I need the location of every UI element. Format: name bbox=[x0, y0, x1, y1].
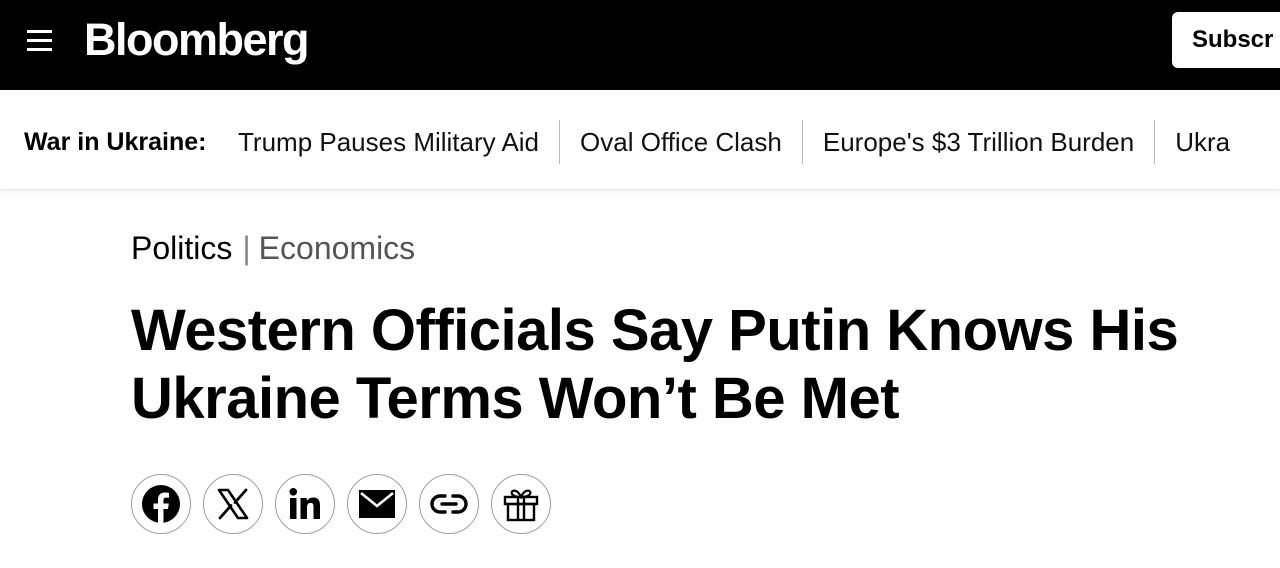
bloomberg-logo[interactable]: Bloomberg bbox=[84, 12, 310, 68]
share-x-button[interactable] bbox=[203, 474, 263, 534]
article-headline: Western Officials Say Putin Knows His Uk… bbox=[131, 297, 1280, 433]
divider bbox=[559, 120, 561, 164]
email-icon bbox=[359, 490, 395, 518]
facebook-icon bbox=[142, 485, 180, 523]
kicker-politics[interactable]: Politics bbox=[131, 230, 232, 266]
subscribe-button[interactable]: Subscr bbox=[1172, 12, 1280, 68]
share-gift-button[interactable] bbox=[491, 474, 551, 534]
share-copy-link-button[interactable] bbox=[419, 474, 479, 534]
share-buttons bbox=[131, 474, 551, 534]
share-facebook-button[interactable] bbox=[131, 474, 191, 534]
topic-link-ukraine[interactable]: Ukra bbox=[1175, 120, 1250, 164]
kicker-divider: | bbox=[242, 230, 251, 266]
kicker-economics[interactable]: Economics bbox=[259, 230, 416, 266]
menu-line bbox=[27, 39, 52, 42]
share-email-button[interactable] bbox=[347, 474, 407, 534]
menu-icon[interactable] bbox=[24, 26, 56, 56]
x-icon bbox=[217, 488, 249, 520]
menu-line bbox=[27, 48, 52, 51]
menu-line bbox=[27, 30, 52, 33]
link-icon bbox=[430, 494, 468, 514]
gift-icon bbox=[503, 489, 539, 522]
topic-link-trump-pauses-aid[interactable]: Trump Pauses Military Aid bbox=[238, 120, 559, 164]
linkedin-icon bbox=[289, 488, 320, 519]
top-header-bar: Bloomberg Subscr bbox=[0, 0, 1280, 90]
topic-label: War in Ukraine: bbox=[24, 128, 207, 156]
divider bbox=[1154, 120, 1156, 164]
topic-bar: War in Ukraine: Trump Pauses Military Ai… bbox=[0, 90, 1280, 190]
divider bbox=[801, 120, 803, 164]
article-kicker: Politics | Economics bbox=[131, 228, 415, 268]
topic-links: Trump Pauses Military Aid Oval Office Cl… bbox=[238, 120, 1250, 164]
topic-link-europe-burden[interactable]: Europe's $3 Trillion Burden bbox=[823, 120, 1154, 164]
share-linkedin-button[interactable] bbox=[275, 474, 335, 534]
headline-line-1: Western Officials Say Putin Knows His bbox=[131, 298, 1179, 363]
topic-link-oval-office-clash[interactable]: Oval Office Clash bbox=[580, 120, 802, 164]
headline-line-2: Ukraine Terms Won’t Be Met bbox=[131, 366, 900, 431]
